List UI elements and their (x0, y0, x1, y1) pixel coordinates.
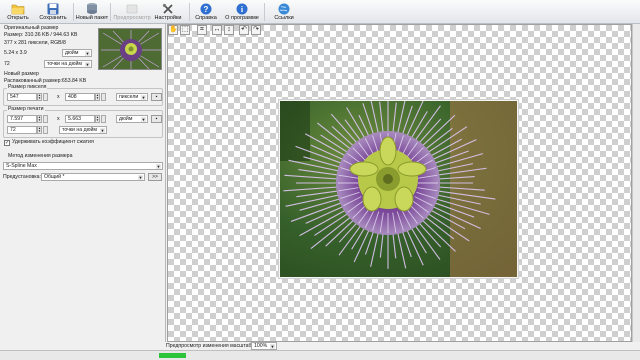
main-toolbar: Открыть Сохранить Новый пакет Предпросмо… (0, 0, 640, 24)
width-inches-input[interactable]: 7.597 (7, 115, 37, 123)
aspect-lock-icon[interactable] (43, 115, 48, 123)
pixel-unit-select[interactable]: пиксели ▼ (116, 93, 148, 101)
crop-icon[interactable]: ⌗ (197, 25, 207, 35)
new-size-header: Новый размер (4, 71, 39, 77)
chevron-down-icon: ▼ (100, 128, 105, 133)
settings-button[interactable]: Настройки (154, 1, 182, 23)
original-dpi: 72 (4, 61, 10, 67)
aspect-lock-icon[interactable] (101, 115, 106, 123)
flower-preview-image (279, 100, 518, 278)
print-unit-select[interactable]: дюйм ▼ (116, 115, 148, 123)
height-pixels-spinner[interactable]: ▲ ▼ (95, 93, 100, 101)
fit-height-icon[interactable]: ↕ (224, 25, 234, 35)
original-dimensions: 377 x 281 пиксели, RGB/8 (4, 40, 66, 46)
width-pixels-input[interactable]: 547 (7, 93, 37, 101)
hand-tool-icon[interactable]: ✋ (168, 25, 178, 35)
chevron-down-icon: ▼ (270, 344, 275, 349)
rotate-right-icon[interactable]: ↷ (251, 25, 261, 35)
chevron-down-icon: ▼ (85, 51, 90, 56)
chevron-down-icon: ▼ (138, 175, 143, 180)
pixel-size-header: Размер пикселя (7, 84, 48, 91)
height-inches-spinner[interactable]: ▲ ▼ (95, 115, 100, 123)
width-pixels-spinner[interactable]: ▲ ▼ (37, 93, 42, 101)
open-button[interactable]: Открыть (3, 1, 33, 23)
batch-stack-icon (85, 2, 99, 15)
original-dpi-unit-select[interactable]: точки на дюйм ▼ (44, 60, 92, 68)
keep-ratio-label: Удерживать коэффициент сжатия (12, 139, 94, 145)
times-sign: x (57, 116, 60, 122)
print-size-header: Размер печати (7, 106, 45, 113)
canvas-bottom-bar (0, 342, 640, 350)
floppy-disk-icon (46, 2, 60, 15)
zoom-label: Предпросмотр изменения масштаба: (166, 343, 256, 349)
toolbar-separator (110, 3, 111, 21)
pixel-options-button[interactable]: ▪ (151, 93, 162, 101)
width-inches-spinner[interactable]: ▲ ▼ (37, 115, 42, 123)
rotate-left-icon[interactable]: ↶ (239, 25, 249, 35)
toolbar-separator (189, 3, 190, 21)
preset-select[interactable]: Общий * ▼ (41, 173, 145, 181)
select-tool-icon[interactable]: ⬚ (180, 25, 190, 35)
new-batch-button[interactable]: Новый пакет (76, 1, 108, 23)
height-inches-input[interactable]: 5.663 (65, 115, 95, 123)
folder-icon (11, 2, 25, 15)
times-sign: x (57, 94, 60, 100)
chevron-down-icon: ▼ (156, 164, 161, 169)
help-button[interactable]: ? Справка (192, 1, 220, 23)
preview-icon (125, 2, 139, 15)
resize-method-header: Метод изменения размера (8, 153, 73, 159)
toolbar-separator (73, 3, 74, 21)
original-file-size: Размер: 310.36 KB / 944.63 KB (4, 32, 78, 38)
globe-icon (277, 2, 291, 15)
zoom-select[interactable]: 100% ▼ (251, 342, 277, 350)
passion-flower-picture (280, 101, 517, 277)
preset-more-button[interactable]: >> (148, 173, 162, 181)
resize-method-select[interactable]: S-Spline Max ▼ (3, 162, 163, 170)
original-size-header: Оригинальный размер (4, 25, 59, 31)
original-inch-unit-select[interactable]: дюйм ▼ (62, 49, 92, 57)
aspect-lock-icon[interactable] (43, 93, 48, 101)
dpi-input[interactable]: 72 (7, 126, 37, 134)
tools-icon (161, 2, 175, 15)
chevron-down-icon: ▼ (85, 62, 90, 67)
dpi-spinner[interactable]: ▲ ▼ (37, 126, 42, 134)
aspect-lock-icon[interactable] (43, 126, 48, 134)
fit-width-icon[interactable]: ↔ (212, 25, 222, 35)
keep-ratio-checkbox[interactable]: ✓ (4, 140, 10, 146)
svg-text:?: ? (204, 5, 209, 14)
aspect-lock-icon[interactable] (101, 93, 106, 101)
about-button[interactable]: i О программе (225, 1, 259, 23)
help-icon: ? (199, 2, 213, 15)
toolbar-separator (264, 3, 265, 21)
dpi-unit-select[interactable]: точки на дюйм ▼ (59, 126, 107, 134)
height-pixels-input[interactable]: 408 (65, 93, 95, 101)
original-inches: 5.24 x 3.9 (4, 50, 27, 56)
chevron-down-icon: ▼ (141, 95, 146, 100)
links-button[interactable]: Ссылки (270, 1, 298, 23)
progress-bar (159, 353, 186, 358)
info-icon: i (235, 2, 249, 15)
save-button[interactable]: Сохранить (36, 1, 70, 23)
image-thumbnail[interactable] (98, 28, 162, 70)
print-options-button[interactable]: ▪ (151, 115, 162, 123)
preview-button[interactable]: Предпросмотр (113, 1, 151, 23)
vertical-scrollbar[interactable] (632, 24, 640, 342)
status-bar (0, 350, 640, 360)
flower-thumbnail-image (99, 29, 161, 69)
chevron-down-icon: ▼ (141, 117, 146, 122)
preset-label: Предустановка: (3, 174, 41, 180)
